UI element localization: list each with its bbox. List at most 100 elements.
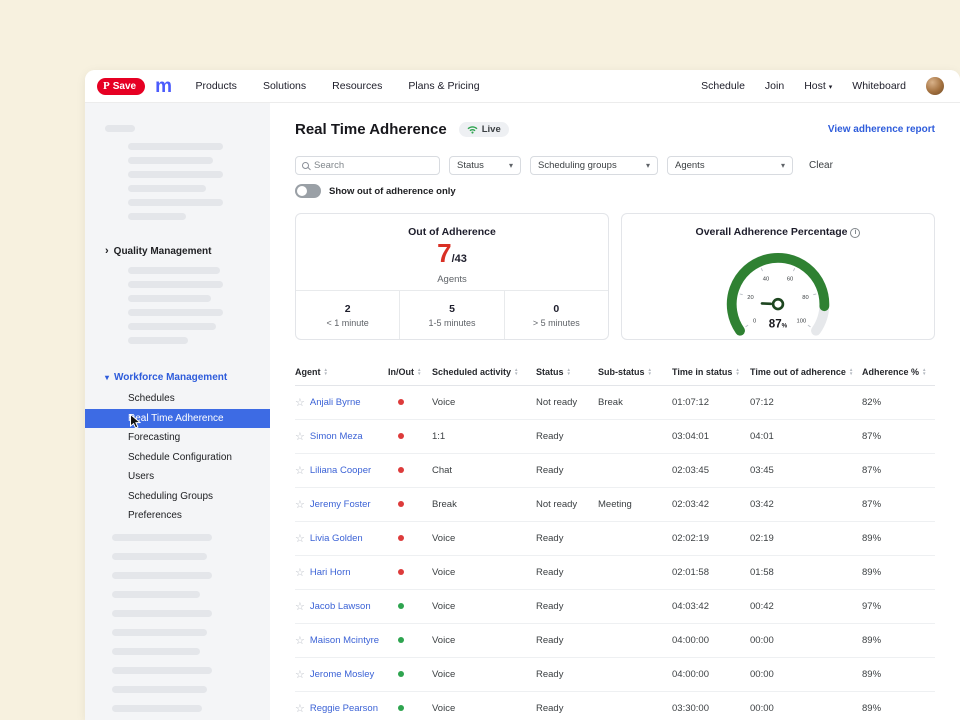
agent-link[interactable]: Liliana Cooper bbox=[310, 465, 371, 476]
nav-item-schedule[interactable]: Schedule bbox=[701, 80, 745, 92]
nav-item-whiteboard[interactable]: Whiteboard bbox=[852, 80, 906, 92]
star-icon[interactable] bbox=[295, 702, 305, 715]
column-header-agent[interactable]: Agent bbox=[295, 367, 388, 377]
sidebar-item-quality-management[interactable]: Quality Management bbox=[105, 246, 211, 257]
card-title: Out of Adherence bbox=[296, 226, 608, 238]
inout-dot bbox=[398, 433, 404, 439]
gauge-tick-label: 40 bbox=[763, 277, 769, 283]
inout-cell bbox=[388, 703, 432, 714]
toggle-row: Show out of adherence only bbox=[295, 184, 935, 198]
agent-link[interactable]: Jerome Mosley bbox=[310, 669, 374, 680]
table-row[interactable]: Jeremy Foster Break Not ready Meeting 02… bbox=[295, 488, 935, 522]
skeleton-bar bbox=[128, 213, 186, 220]
sidebar-item-schedule-configuration[interactable]: Schedule Configuration bbox=[85, 448, 270, 468]
agent-link[interactable]: Maison Mcintyre bbox=[310, 635, 379, 646]
sidebar-item-scheduling-groups[interactable]: Scheduling Groups bbox=[85, 487, 270, 507]
sidebar-skeleton-middle bbox=[85, 267, 270, 344]
skeleton-bar bbox=[112, 591, 200, 598]
sidebar-item-preferences[interactable]: Preferences bbox=[85, 506, 270, 526]
scheduled-activity-cell: Break bbox=[432, 499, 536, 510]
agent-link[interactable]: Anjali Byrne bbox=[310, 397, 361, 408]
clear-filters-button[interactable]: Clear bbox=[809, 160, 833, 171]
adherence-cell: 87% bbox=[862, 499, 935, 510]
table-row[interactable]: Jacob Lawson Voice Ready 04:03:42 00:42 … bbox=[295, 590, 935, 624]
sidebar-item-real-time-adherence[interactable]: Real Time Adherence bbox=[85, 409, 270, 429]
time-out-of-adherence-cell: 02:19 bbox=[750, 533, 862, 544]
column-header-sub-status[interactable]: Sub-status bbox=[598, 367, 672, 377]
table-row[interactable]: Hari Horn Voice Ready 02:01:58 01:58 89% bbox=[295, 556, 935, 590]
column-header-scheduled-activity[interactable]: Scheduled activity bbox=[432, 367, 536, 377]
star-icon[interactable] bbox=[295, 668, 305, 681]
adherence-cell: 97% bbox=[862, 601, 935, 612]
miro-logo[interactable]: m bbox=[155, 77, 171, 96]
time-out-of-adherence-cell: 00:00 bbox=[750, 703, 862, 714]
agent-cell: Hari Horn bbox=[295, 566, 388, 579]
column-header-inout[interactable]: In/Out bbox=[388, 367, 432, 377]
time-in-status-cell: 03:30:00 bbox=[672, 703, 750, 714]
agent-link[interactable]: Reggie Pearson bbox=[310, 703, 378, 714]
agents-table: Agent In/Out Scheduled activity Status S… bbox=[295, 358, 935, 720]
table-row[interactable]: Maison Mcintyre Voice Ready 04:00:00 00:… bbox=[295, 624, 935, 658]
agent-cell: Reggie Pearson bbox=[295, 702, 388, 715]
skeleton-bar bbox=[128, 267, 220, 274]
sidebar-skeleton-bottom bbox=[85, 534, 270, 712]
table-row[interactable]: Simon Meza 1:1 Ready 03:04:01 04:01 87% bbox=[295, 420, 935, 454]
inout-cell bbox=[388, 397, 432, 408]
navbar-right: Schedule Join Host Whiteboard bbox=[701, 77, 944, 95]
info-icon[interactable] bbox=[850, 228, 860, 238]
nav-item-solutions[interactable]: Solutions bbox=[263, 80, 306, 92]
nav-item-host[interactable]: Host bbox=[804, 80, 832, 92]
agent-link[interactable]: Livia Golden bbox=[310, 533, 363, 544]
nav-item-plans-pricing[interactable]: Plans & Pricing bbox=[408, 80, 479, 92]
skeleton-bar bbox=[128, 185, 206, 192]
gauge-tick-label: 100 bbox=[797, 319, 807, 325]
star-icon[interactable] bbox=[295, 464, 305, 477]
table-row[interactable]: Reggie Pearson Voice Ready 03:30:00 00:0… bbox=[295, 692, 935, 720]
table-row[interactable]: Liliana Cooper Chat Ready 02:03:45 03:45… bbox=[295, 454, 935, 488]
column-header-status[interactable]: Status bbox=[536, 367, 598, 377]
nav-item-resources[interactable]: Resources bbox=[332, 80, 382, 92]
agent-link[interactable]: Jacob Lawson bbox=[310, 601, 371, 612]
column-header-time-in-status[interactable]: Time in status bbox=[672, 367, 750, 377]
agents-label: Agents bbox=[296, 274, 608, 285]
star-icon[interactable] bbox=[295, 566, 305, 579]
agent-link[interactable]: Hari Horn bbox=[310, 567, 351, 578]
main-content: Real Time Adherence Live View adherence … bbox=[270, 103, 960, 720]
time-in-status-cell: 02:01:58 bbox=[672, 567, 750, 578]
column-header-adherence[interactable]: Adherence % bbox=[862, 367, 935, 377]
sidebar-item-workforce-management[interactable]: Workforce Management bbox=[105, 372, 227, 383]
skeleton-bar bbox=[112, 686, 207, 693]
pinterest-save-button[interactable]: Save bbox=[97, 78, 145, 95]
user-avatar[interactable] bbox=[926, 77, 944, 95]
nav-item-products[interactable]: Products bbox=[196, 80, 237, 92]
status-select[interactable]: Status bbox=[449, 156, 521, 175]
sidebar-item-schedules[interactable]: Schedules bbox=[85, 389, 270, 409]
star-icon[interactable] bbox=[295, 396, 305, 409]
nav-item-join[interactable]: Join bbox=[765, 80, 784, 92]
table-row[interactable]: Anjali Byrne Voice Not ready Break 01:07… bbox=[295, 386, 935, 420]
agents-select[interactable]: Agents bbox=[667, 156, 793, 175]
toggle-label: Show out of adherence only bbox=[329, 186, 456, 197]
table-row[interactable]: Jerome Mosley Voice Ready 04:00:00 00:00… bbox=[295, 658, 935, 692]
time-out-of-adherence-cell: 07:12 bbox=[750, 397, 862, 408]
search-input[interactable] bbox=[314, 160, 433, 171]
agent-link[interactable]: Jeremy Foster bbox=[310, 499, 371, 510]
star-icon[interactable] bbox=[295, 532, 305, 545]
column-header-time-out-of-adherence[interactable]: Time out of adherence bbox=[750, 367, 862, 377]
skeleton-bar bbox=[112, 553, 207, 560]
star-icon[interactable] bbox=[295, 498, 305, 511]
status-cell: Ready bbox=[536, 533, 598, 544]
star-icon[interactable] bbox=[295, 600, 305, 613]
time-out-of-adherence-cell: 00:00 bbox=[750, 669, 862, 680]
agent-link[interactable]: Simon Meza bbox=[310, 431, 363, 442]
star-icon[interactable] bbox=[295, 430, 305, 443]
table-row[interactable]: Livia Golden Voice Ready 02:02:19 02:19 … bbox=[295, 522, 935, 556]
star-icon[interactable] bbox=[295, 634, 305, 647]
scheduling-groups-select[interactable]: Scheduling groups bbox=[530, 156, 658, 175]
sidebar-item-users[interactable]: Users bbox=[85, 467, 270, 487]
scheduled-activity-cell: Voice bbox=[432, 533, 536, 544]
view-adherence-report-link[interactable]: View adherence report bbox=[828, 124, 935, 135]
sidebar-item-forecasting[interactable]: Forecasting bbox=[85, 428, 270, 448]
inout-cell bbox=[388, 533, 432, 544]
out-of-adherence-toggle[interactable] bbox=[295, 184, 321, 198]
